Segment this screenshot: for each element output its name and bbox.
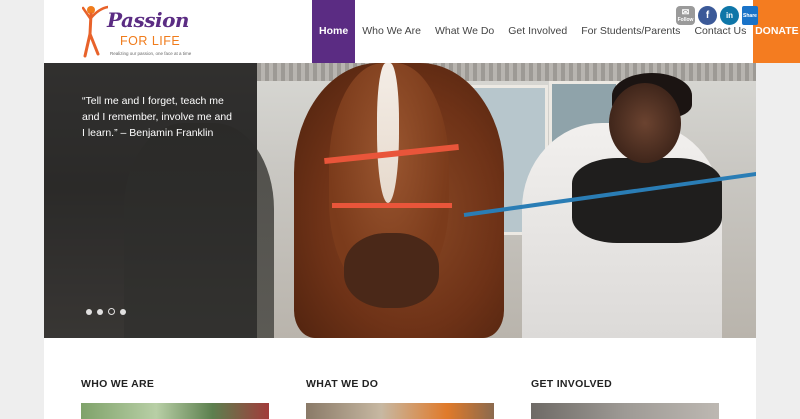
email-follow-label: Follow (677, 17, 694, 23)
feature-sections: WHO WE ARE WHAT WE DO GET INVOLVED (44, 338, 756, 419)
section-thumbnail[interactable] (81, 403, 269, 419)
runner-logo-icon (82, 5, 108, 58)
social-links: ✉ Follow f in Share (676, 6, 758, 25)
nav-item-what-we-do[interactable]: What We Do (428, 0, 501, 63)
logo-tagline: Realizing our passion, one face at a tim… (110, 51, 192, 56)
hero-horse-muzzle (344, 233, 439, 308)
logo-name-top: Passion (107, 8, 189, 32)
section-thumbnail[interactable] (531, 403, 719, 419)
donate-button[interactable]: DONATE (753, 0, 800, 63)
slider-dot[interactable] (97, 308, 103, 315)
email-icon[interactable]: ✉ Follow (676, 6, 695, 25)
slider-dot[interactable] (86, 308, 92, 315)
hero-halter-lower (332, 203, 452, 208)
nav-item-get-involved[interactable]: Get Involved (501, 0, 574, 63)
facebook-icon[interactable]: f (698, 6, 717, 25)
hero-person-head (609, 83, 681, 163)
share-icon[interactable]: Share (742, 6, 758, 25)
section-title: GET INVOLVED (531, 378, 612, 390)
slider-dots (86, 308, 126, 315)
site-header: Passion FOR LIFE Realizing our passion, … (44, 0, 800, 63)
nav-item-for-students-parents[interactable]: For Students/Parents (574, 0, 687, 63)
slider-dot[interactable] (120, 308, 126, 315)
page: Passion FOR LIFE Realizing our passion, … (44, 0, 800, 419)
site-logo[interactable]: Passion FOR LIFE Realizing our passion, … (80, 2, 192, 60)
slider-dot-active[interactable] (108, 308, 115, 315)
logo-name-bottom: FOR LIFE (120, 34, 181, 48)
nav-item-who-we-are[interactable]: Who We Are (355, 0, 428, 63)
section-title: WHO WE ARE (81, 378, 155, 390)
hero-roof (257, 63, 756, 81)
hero-slider[interactable]: “Tell me and I forget, teach me and I re… (44, 63, 756, 338)
linkedin-icon[interactable]: in (720, 6, 739, 25)
hero-vest (572, 158, 722, 243)
nav-item-home[interactable]: Home (312, 0, 356, 63)
hero-horse-blaze (377, 63, 399, 203)
section-thumbnail[interactable] (306, 403, 494, 419)
section-title: WHAT WE DO (306, 378, 379, 390)
hero-quote: “Tell me and I forget, teach me and I re… (82, 95, 232, 139)
